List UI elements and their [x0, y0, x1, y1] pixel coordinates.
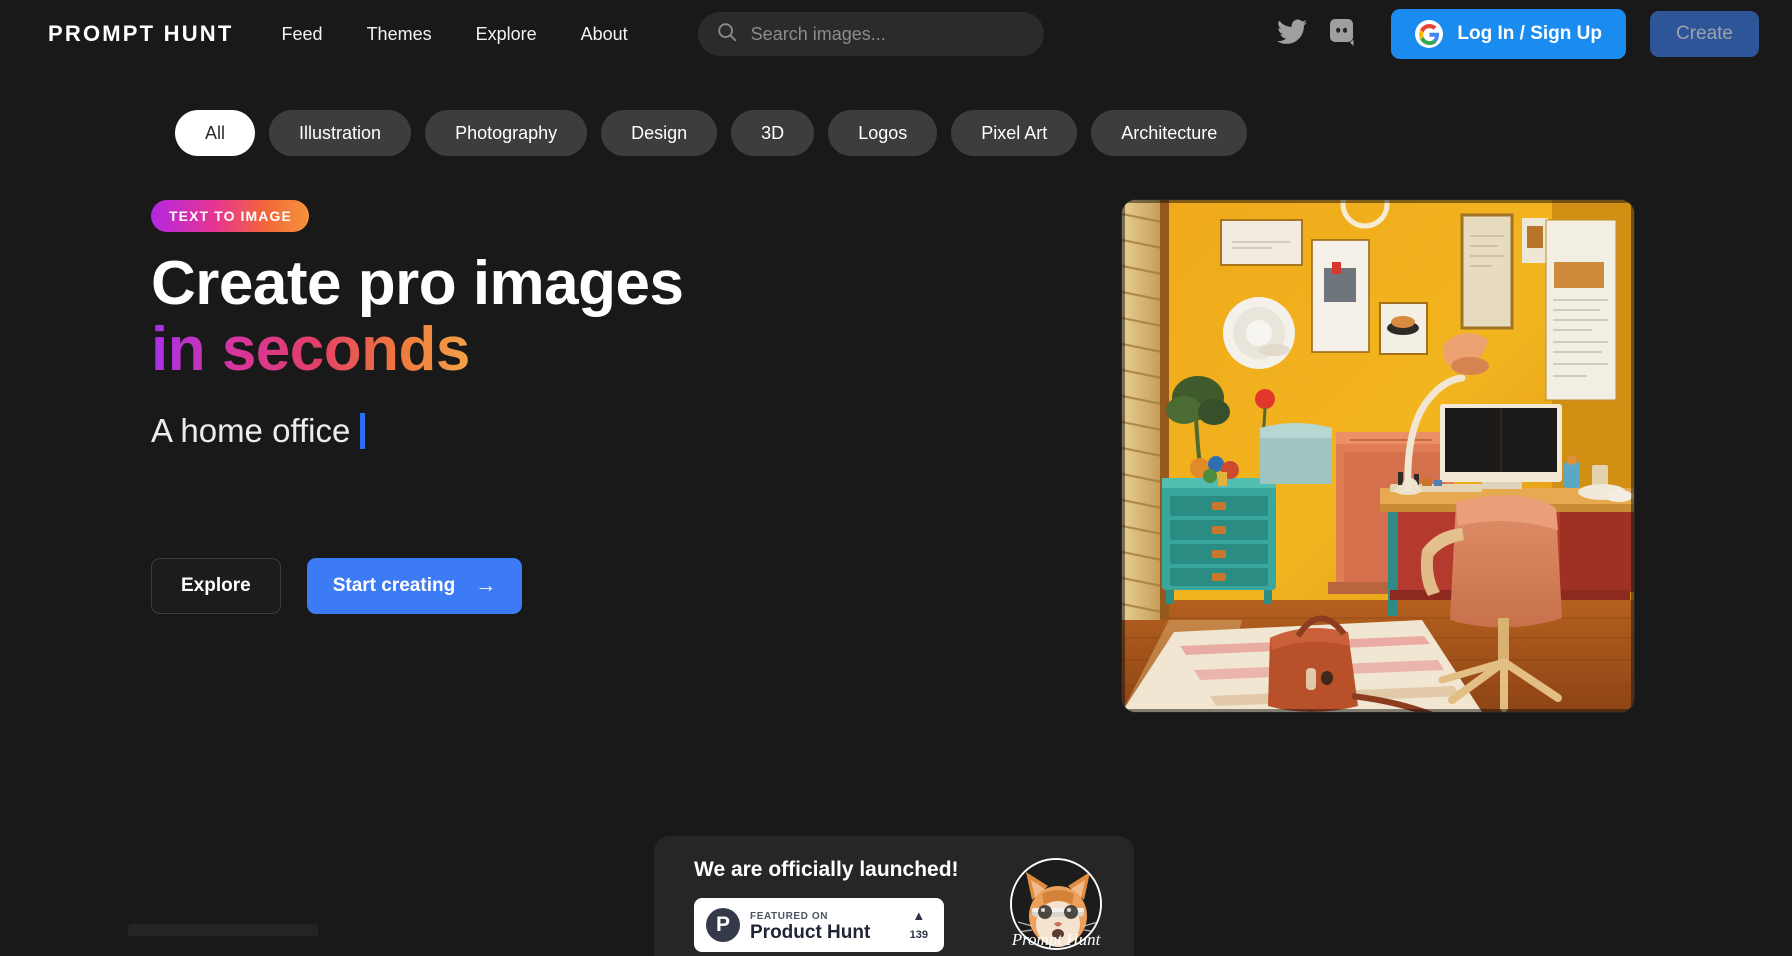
featured-on-label: FEATURED ON — [750, 911, 828, 922]
nav-link-explore[interactable]: Explore — [476, 24, 537, 45]
discord-icon[interactable] — [1329, 18, 1357, 51]
category-pill-logos[interactable]: Logos — [828, 110, 937, 156]
hero-heading-line2: in seconds — [151, 315, 470, 384]
category-pill-photography[interactable]: Photography — [425, 110, 587, 156]
avatar-script-text: Prompt Hunt — [1012, 930, 1101, 950]
search-input[interactable] — [751, 24, 1026, 45]
hero-cta-row: Explore Start creating → — [151, 558, 960, 614]
product-hunt-text: FEATURED ON Product Hunt — [750, 907, 900, 944]
product-hunt-icon: P — [706, 908, 740, 942]
create-button[interactable]: Create — [1650, 11, 1759, 57]
hero-generated-image[interactable] — [1122, 200, 1634, 712]
category-filter-bar: All Illustration Photography Design 3D L… — [0, 68, 1792, 156]
google-g-icon — [1415, 20, 1443, 48]
explore-button[interactable]: Explore — [151, 558, 281, 614]
login-signup-button[interactable]: Log In / Sign Up — [1391, 9, 1626, 59]
hero-heading-line1: Create pro images — [151, 249, 684, 318]
upvote-widget[interactable]: ▲ 139 — [910, 907, 932, 943]
upvote-caret-icon: ▲ — [912, 908, 925, 923]
prompt-typing-line: A home office — [151, 412, 960, 450]
category-pill-all[interactable]: All — [175, 110, 255, 156]
twitter-icon[interactable] — [1277, 19, 1307, 50]
home-office-render — [1122, 200, 1634, 712]
social-links — [1277, 18, 1357, 51]
main-nav: Feed Themes Explore About — [282, 24, 628, 45]
page-title: Create pro images in seconds — [151, 251, 960, 384]
search-icon — [716, 21, 738, 48]
start-creating-label: Start creating — [333, 575, 455, 597]
launch-title: We are officially launched! — [694, 858, 992, 882]
text-to-image-badge: TEXT TO IMAGE — [151, 200, 309, 232]
category-pill-3d[interactable]: 3D — [731, 110, 814, 156]
product-hunt-badge[interactable]: P FEATURED ON Product Hunt ▲ 139 — [694, 898, 944, 952]
nav-link-about[interactable]: About — [581, 24, 628, 45]
brand-avatar: Prompt Hunt — [1004, 858, 1108, 956]
bottom-left-panel-edge — [128, 924, 318, 936]
category-pill-design[interactable]: Design — [601, 110, 717, 156]
launch-card-content: We are officially launched! P FEATURED O… — [694, 858, 992, 956]
category-pill-pixel-art[interactable]: Pixel Art — [951, 110, 1077, 156]
brand-logo[interactable]: PROMPT HUNT — [48, 21, 234, 47]
hero-copy: TEXT TO IMAGE Create pro images in secon… — [0, 200, 960, 614]
login-signup-label: Log In / Sign Up — [1457, 23, 1602, 45]
text-cursor — [360, 413, 365, 449]
hero-section: TEXT TO IMAGE Create pro images in secon… — [0, 156, 1792, 614]
launch-announcement-card: We are officially launched! P FEATURED O… — [654, 836, 1134, 956]
search-bar[interactable] — [698, 12, 1044, 56]
product-hunt-name: Product Hunt — [750, 922, 870, 943]
start-creating-button[interactable]: Start creating → — [307, 558, 522, 614]
nav-link-themes[interactable]: Themes — [367, 24, 432, 45]
category-pill-illustration[interactable]: Illustration — [269, 110, 411, 156]
site-header: PROMPT HUNT Feed Themes Explore About — [0, 0, 1792, 68]
arrow-right-icon: → — [475, 575, 496, 596]
header-actions: Log In / Sign Up Create — [1277, 9, 1759, 59]
nav-link-feed[interactable]: Feed — [282, 24, 323, 45]
category-pill-architecture[interactable]: Architecture — [1091, 110, 1247, 156]
prompt-text: A home office — [151, 412, 350, 450]
upvote-count: 139 — [910, 929, 928, 941]
